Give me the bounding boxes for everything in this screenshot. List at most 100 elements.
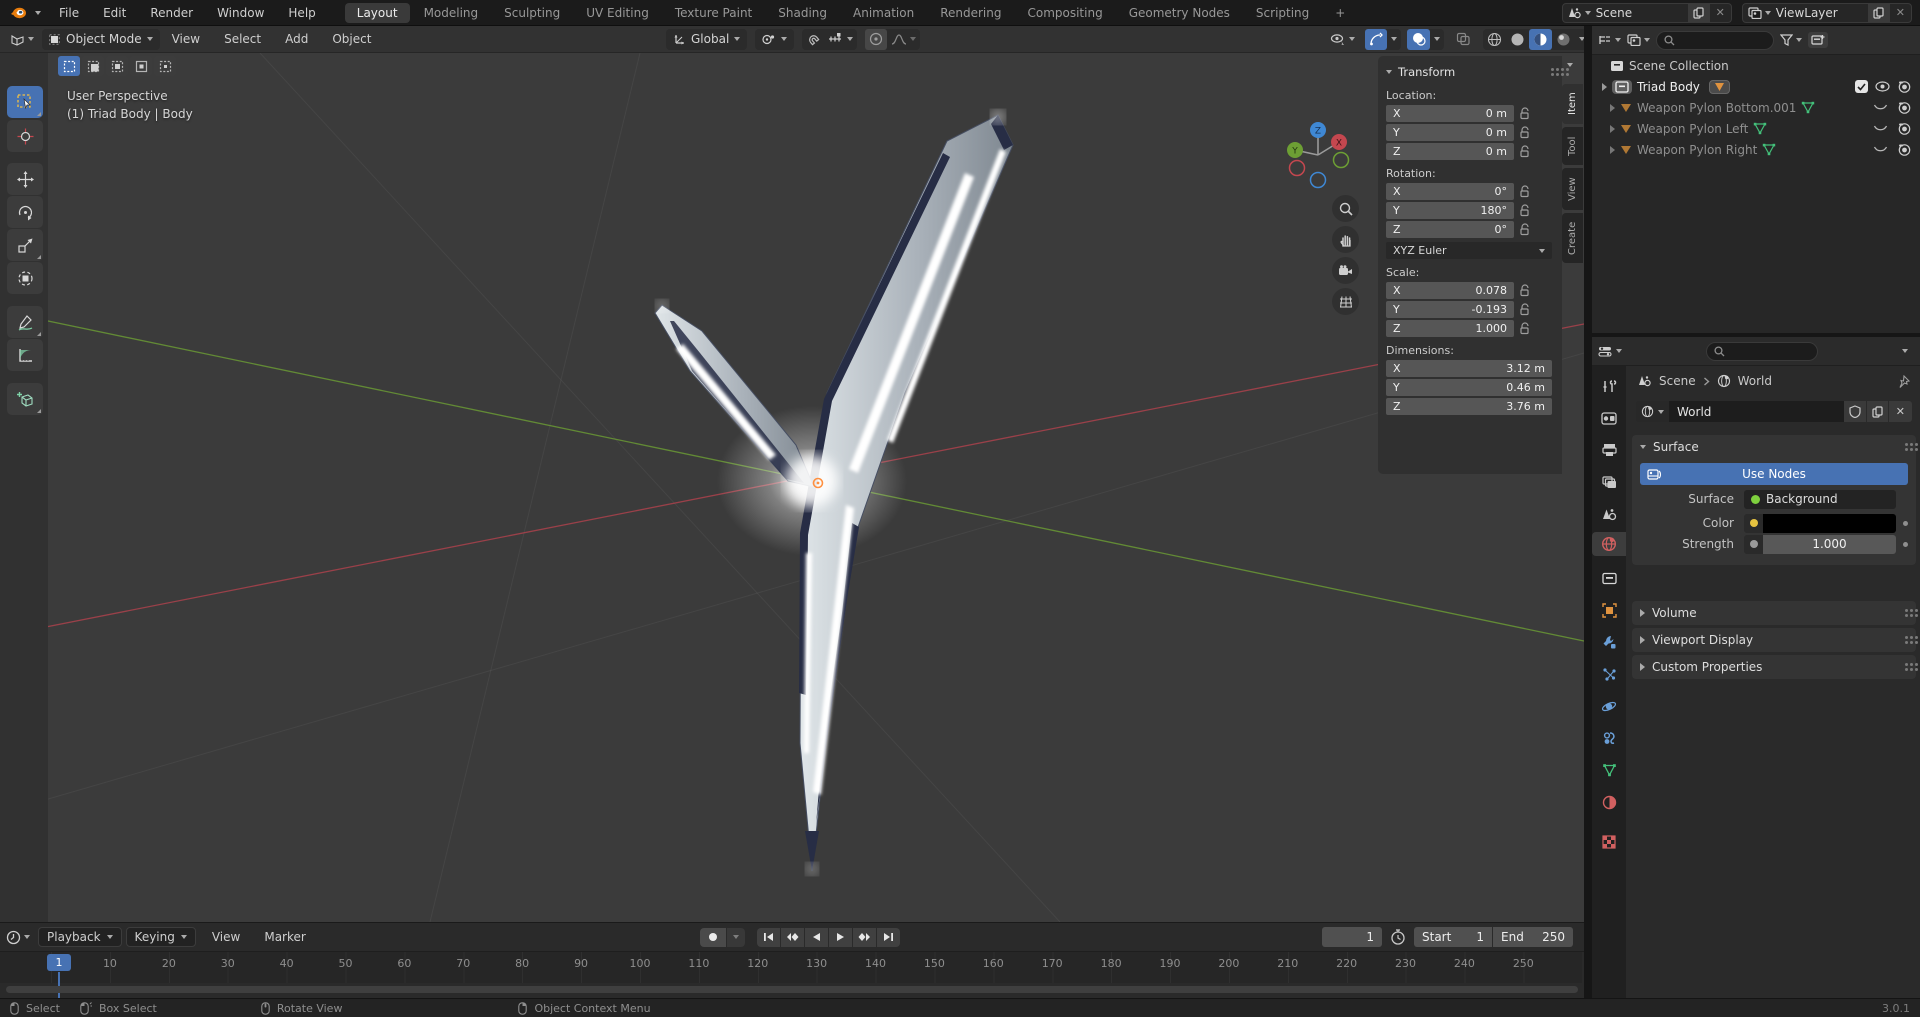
select-mode-new[interactable] [58, 56, 80, 76]
location-y-field[interactable]: Y0 m [1386, 124, 1514, 141]
workspace-tab-modeling[interactable]: Modeling [412, 3, 491, 23]
rotation-z-field[interactable]: Z0° [1386, 221, 1514, 238]
properties-editor-type-button[interactable] [1598, 345, 1622, 358]
jump-to-end-button[interactable] [877, 928, 900, 947]
tab-view-layer[interactable] [1592, 470, 1626, 494]
editor-splitter-vertical[interactable] [1584, 26, 1592, 998]
world-name-field[interactable]: World [1669, 401, 1844, 422]
lock-rotation-y-icon[interactable] [1520, 204, 1531, 217]
workspace-tab-texture-paint[interactable]: Texture Paint [663, 3, 764, 23]
sidebar-tab-item[interactable]: Item [1562, 84, 1583, 124]
viewlayer-name-field[interactable]: ViewLayer [1776, 6, 1868, 20]
surface-panel-header[interactable]: Surface [1632, 435, 1916, 459]
overlays-dropdown[interactable] [1430, 29, 1444, 50]
tab-particles[interactable] [1592, 662, 1626, 686]
world-browse-button[interactable] [1636, 401, 1669, 422]
lock-location-z-icon[interactable] [1520, 145, 1531, 158]
expand-icon[interactable] [1602, 83, 1607, 91]
xray-toggle[interactable] [1452, 29, 1475, 50]
sidebar-tab-create[interactable]: Create [1562, 213, 1583, 263]
disable-render-camera-icon[interactable] [1897, 81, 1912, 93]
hidden-closed-eye-icon[interactable] [1873, 103, 1888, 112]
menu-render[interactable]: Render [138, 0, 205, 26]
add-workspace-button[interactable]: + [1323, 3, 1357, 23]
transform-orientation-dropdown[interactable]: Global [666, 29, 747, 50]
lock-scale-y-icon[interactable] [1520, 303, 1531, 316]
tab-physics[interactable] [1592, 694, 1626, 718]
pan-view-button[interactable] [1332, 226, 1359, 253]
editor-type-button[interactable] [6, 29, 38, 50]
disable-render-camera-icon[interactable] [1897, 144, 1912, 156]
scene-unlink-button[interactable]: ✕ [1709, 4, 1731, 22]
volume-panel[interactable]: Volume [1632, 601, 1916, 625]
location-z-field[interactable]: Z0 m [1386, 143, 1514, 160]
workspace-tab-scripting[interactable]: Scripting [1244, 3, 1321, 23]
select-mode-intersect[interactable] [154, 56, 176, 76]
dimensions-y-field[interactable]: Y0.46 m [1386, 379, 1552, 396]
gizmos-toggle[interactable] [1365, 29, 1387, 50]
viewport-menu-add[interactable]: Add [273, 26, 320, 52]
disable-render-camera-icon[interactable] [1897, 102, 1912, 114]
lock-rotation-x-icon[interactable] [1520, 185, 1531, 198]
tab-scene[interactable] [1592, 502, 1626, 526]
jump-to-start-button[interactable] [757, 928, 780, 947]
rotation-x-field[interactable]: X0° [1386, 183, 1514, 200]
expand-icon[interactable] [1610, 146, 1615, 154]
logo-menu-chevron-icon[interactable] [35, 11, 41, 15]
workspace-tab-rendering[interactable]: Rendering [928, 3, 1013, 23]
mode-dropdown[interactable]: Object Mode [42, 29, 160, 50]
scene-new-button[interactable] [1688, 4, 1709, 22]
viewport-3d[interactable]: Options User Perspective (1) Triad Body … [0, 53, 1584, 922]
outliner-display-mode-dropdown[interactable] [1627, 34, 1650, 46]
tool-move[interactable] [7, 163, 43, 195]
transform-panel-header[interactable]: Transform [1386, 65, 1455, 79]
snap-settings-dropdown[interactable] [824, 29, 857, 50]
tab-render[interactable] [1592, 406, 1626, 430]
overlays-toggle[interactable] [1407, 29, 1430, 50]
frame-end-field[interactable]: End250 [1493, 927, 1573, 947]
expand-icon[interactable] [1610, 125, 1615, 133]
prev-keyframe-button[interactable] [781, 928, 804, 947]
timeline-ruler[interactable]: 1020304050607080901001101201301401501601… [0, 951, 1584, 983]
tab-material[interactable] [1592, 790, 1626, 814]
tab-modifiers[interactable] [1592, 630, 1626, 654]
select-mode-extend[interactable] [82, 56, 104, 76]
scale-x-field[interactable]: X0.078 [1386, 282, 1514, 299]
color-swatch[interactable] [1763, 514, 1896, 533]
current-frame-field[interactable]: 1 [1322, 927, 1382, 947]
outliner-row-weapon-pylon-bottom[interactable]: Weapon Pylon Bottom.001 [1592, 97, 1920, 118]
hide-viewport-eye-icon[interactable] [1875, 81, 1890, 92]
tool-scale[interactable] [7, 229, 43, 261]
tab-collection[interactable] [1592, 566, 1626, 590]
tool-rotate[interactable] [7, 196, 43, 228]
tab-output[interactable] [1592, 438, 1626, 462]
gizmos-dropdown[interactable] [1387, 29, 1401, 50]
hidden-closed-eye-icon[interactable] [1873, 124, 1888, 133]
workspace-tab-sculpting[interactable]: Sculpting [492, 3, 572, 23]
gizmo-axis-x-neg[interactable] [1290, 161, 1305, 176]
panel-grip-icon[interactable] [1551, 68, 1554, 71]
workspace-tab-layout[interactable]: Layout [345, 3, 410, 23]
pin-icon[interactable] [1897, 375, 1910, 388]
breadcrumb-world[interactable]: World [1738, 374, 1772, 388]
tool-measure[interactable] [7, 339, 43, 371]
workspace-tab-geometry-nodes[interactable]: Geometry Nodes [1117, 3, 1242, 23]
fake-user-button[interactable] [1844, 401, 1866, 422]
lock-rotation-z-icon[interactable] [1520, 223, 1531, 236]
camera-view-button[interactable] [1332, 257, 1359, 284]
next-keyframe-button[interactable] [853, 928, 876, 947]
viewport-menu-view[interactable]: View [160, 26, 212, 52]
scale-y-field[interactable]: Y-0.193 [1386, 301, 1514, 318]
gizmo-axis-y-neg[interactable] [1334, 153, 1349, 168]
unlink-world-button[interactable]: ✕ [1888, 401, 1912, 422]
viewlayer-new-button[interactable] [1868, 4, 1889, 22]
workspace-tab-compositing[interactable]: Compositing [1015, 3, 1114, 23]
outliner-filter-button[interactable] [1780, 34, 1802, 46]
rotation-mode-dropdown[interactable]: XYZ Euler [1386, 242, 1552, 259]
keying-menu[interactable]: Keying [126, 927, 196, 947]
tool-transform[interactable] [7, 262, 43, 294]
animate-dot-icon[interactable] [1903, 542, 1908, 547]
shading-material-preview-button[interactable] [1529, 29, 1552, 50]
playback-menu[interactable]: Playback [38, 927, 122, 947]
show-hide-dropdown[interactable] [1326, 29, 1359, 50]
